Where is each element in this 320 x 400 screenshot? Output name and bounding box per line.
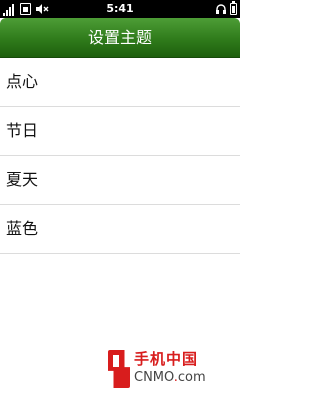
watermark-en-prefix: CNMO [134, 370, 174, 385]
watermark-brand-en: CNMO.com [134, 370, 206, 385]
headset-icon [215, 0, 227, 19]
watermark-en-suffix: com [177, 370, 206, 385]
theme-item-holiday[interactable]: 节日 [0, 107, 240, 156]
screen: 5:41 设置主题 点心 节日 夏天 蓝色 手机中国 CNMO.com [0, 0, 240, 400]
theme-item-summer[interactable]: 夏天 [0, 156, 240, 205]
battery-icon [230, 1, 237, 15]
status-right-icons [215, 0, 237, 19]
page-title: 设置主题 [87, 28, 152, 47]
theme-list: 点心 节日 夏天 蓝色 [0, 58, 240, 254]
theme-item-snacks[interactable]: 点心 [0, 58, 240, 107]
status-bar: 5:41 [0, 0, 240, 18]
cnmo-watermark: 手机中国 CNMO.com [108, 348, 228, 390]
status-time: 5:41 [106, 2, 134, 15]
theme-item-blue[interactable]: 蓝色 [0, 205, 240, 254]
watermark-brand-cn: 手机中国 [134, 350, 199, 368]
cnmo-logo-icon [108, 350, 130, 388]
title-bar: 设置主题 [0, 18, 240, 58]
